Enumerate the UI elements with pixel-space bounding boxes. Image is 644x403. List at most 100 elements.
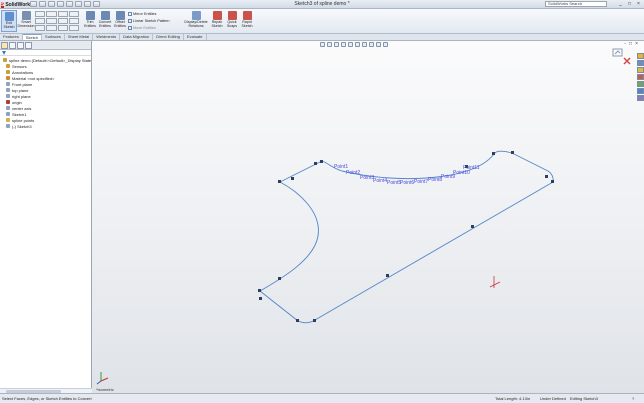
line-icon[interactable]	[35, 11, 46, 17]
origin-icon	[6, 100, 10, 104]
rapid-sketch-button[interactable]: Rapid Sketch	[239, 10, 255, 32]
sketch-point[interactable]	[492, 152, 495, 155]
sketch-point[interactable]	[551, 180, 554, 183]
rebuild-icon[interactable]	[84, 1, 91, 7]
command-manager: Exit Sketch Smart Dimension Trim Entitie…	[0, 9, 644, 34]
circle-icon[interactable]	[35, 25, 46, 31]
sketch-point[interactable]	[545, 175, 548, 178]
select-icon[interactable]	[75, 1, 82, 7]
maximize-button[interactable]: □	[626, 1, 633, 7]
sketch-line-bottom-left[interactable]	[259, 290, 299, 322]
logo-mark-icon: S	[1, 1, 5, 8]
sketch-point[interactable]	[296, 319, 299, 322]
centerline-icon[interactable]	[57, 11, 68, 17]
help-icon[interactable]: ?	[632, 396, 634, 401]
sketch-point[interactable]	[278, 180, 281, 183]
offset-entities-button[interactable]: Offset Entities	[112, 10, 128, 32]
undo-icon[interactable]	[66, 1, 73, 7]
sketch-point[interactable]	[386, 274, 389, 277]
sketch-arc-bottom[interactable]	[297, 319, 316, 324]
tab-weldments[interactable]: Weldments	[93, 34, 121, 40]
trim-entities-label: Trim Entities	[84, 20, 96, 28]
part-icon	[3, 58, 7, 62]
dimxpert-tab-icon[interactable]	[25, 42, 32, 49]
close-button[interactable]: ×	[635, 1, 642, 7]
exit-sketch-label: Exit Sketch	[3, 21, 15, 29]
tab-data-migration[interactable]: Data Migration	[120, 34, 154, 40]
tree-item-label: center axis	[12, 105, 32, 111]
tab-sheet-metal[interactable]: Sheet Metal	[65, 34, 94, 40]
slot-icon[interactable]	[46, 18, 57, 24]
sketch-point[interactable]	[258, 289, 261, 292]
sketch-canvas[interactable]: Point1 Point2 Point3 Point4 Point5 Point…	[92, 41, 644, 393]
tab-evaluate[interactable]: Evaluate	[184, 34, 207, 40]
rectangle-icon[interactable]	[35, 18, 46, 24]
title-bar: S SolidWorks Sketch3 of spline demo * So…	[0, 0, 644, 9]
point-label-7[interactable]: Point7	[414, 179, 428, 185]
text-icon[interactable]	[68, 11, 79, 17]
tab-sketch[interactable]: Sketch	[22, 34, 43, 40]
origin-icon[interactable]	[489, 276, 501, 288]
convert-entities-button[interactable]: Convert Entities	[97, 10, 113, 32]
sketch-point[interactable]	[291, 177, 294, 180]
offset-entities-label: Offset Entities	[114, 20, 126, 28]
filter-icon[interactable]	[2, 50, 6, 55]
point-label-6[interactable]: Point6	[400, 180, 414, 186]
save-icon[interactable]	[48, 1, 55, 7]
tab-direct-editing[interactable]: Direct Editing	[153, 34, 184, 40]
trim-entities-button[interactable]: Trim Entities	[82, 10, 98, 32]
tree-item[interactable]: (-) Sketch3	[1, 123, 91, 129]
arc-icon[interactable]	[46, 25, 57, 31]
display-delete-relations-button[interactable]: Display/Delete Relations	[184, 10, 208, 32]
linear-sketch-pattern-button[interactable]: Linear Sketch Pattern	[128, 19, 170, 23]
sketch-line-right[interactable]	[511, 152, 549, 172]
exit-sketch-button[interactable]: Exit Sketch	[1, 10, 17, 32]
sketch-arc-top-right[interactable]	[493, 150, 513, 155]
new-document-icon[interactable]	[30, 1, 37, 7]
total-length: Total Length: 4.13in	[495, 396, 530, 401]
linear-sketch-pattern-label: Linear Sketch Pattern	[133, 19, 170, 23]
smart-dimension-button[interactable]: Smart Dimension	[18, 10, 35, 32]
sketch-spline-left[interactable]	[259, 181, 319, 292]
point-label-group: Point1 Point2 Point3 Point4 Point5 Point…	[334, 164, 480, 186]
open-icon[interactable]	[39, 1, 46, 7]
repair-sketch-label: Repair Sketch	[211, 20, 223, 28]
print-icon[interactable]	[57, 1, 64, 7]
mirror-entities-button[interactable]: Mirror Entities	[128, 12, 156, 16]
sketch-point[interactable]	[259, 297, 262, 300]
configuration-manager-tab-icon[interactable]	[17, 42, 24, 49]
smart-dimension-icon	[21, 11, 31, 20]
sketch-point[interactable]	[278, 277, 281, 280]
tree-item[interactable]: spline demo (Default<<Default>_Display S…	[1, 57, 91, 63]
spline-icon[interactable]	[46, 11, 57, 17]
sketch-point[interactable]	[320, 160, 323, 163]
sketch-point[interactable]	[511, 151, 514, 154]
sketch-point[interactable]	[313, 319, 316, 322]
sketch-point[interactable]	[314, 162, 317, 165]
point-label-2[interactable]: Point2	[346, 170, 360, 176]
plane-icon[interactable]	[68, 25, 79, 31]
point-icon[interactable]	[57, 25, 68, 31]
solidworks-search-input[interactable]: SolidWorks Search	[545, 1, 607, 7]
sketch-line-bottom[interactable]	[314, 181, 554, 321]
property-manager-tab-icon[interactable]	[9, 42, 16, 49]
sketch-point[interactable]	[471, 225, 474, 228]
reference-triad-icon	[96, 372, 109, 385]
tab-features[interactable]: Features	[0, 34, 23, 40]
fillet-icon[interactable]	[68, 18, 79, 24]
axis-icon	[6, 106, 10, 110]
minimize-button[interactable]: _	[617, 1, 624, 7]
quick-snaps-button[interactable]: Quick Snaps	[224, 10, 240, 32]
sensor-icon	[6, 64, 10, 68]
polygon-icon[interactable]	[57, 18, 68, 24]
graphics-area[interactable]: - □ × Point1 Point2 Point3 Point4 Point5…	[92, 41, 644, 393]
tab-surfaces[interactable]: Surfaces	[42, 34, 65, 40]
point-label-4[interactable]: Point4	[373, 178, 387, 184]
repair-sketch-button[interactable]: Repair Sketch	[209, 10, 225, 32]
solidworks-logo[interactable]: S SolidWorks	[1, 1, 33, 8]
mirror-entities-label: Mirror Entities	[133, 12, 157, 16]
point-label-11[interactable]: Point11	[463, 165, 480, 171]
feature-manager-tab-icon[interactable]	[1, 42, 8, 49]
move-entities-button[interactable]: Move Entities	[128, 26, 156, 30]
options-icon[interactable]	[93, 1, 100, 7]
